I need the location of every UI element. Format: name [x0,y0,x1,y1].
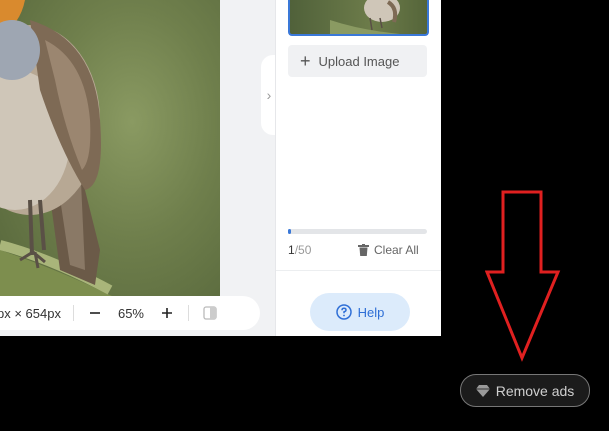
image-counter-total: /50 [294,243,312,257]
remove-ads-button[interactable]: Remove ads [460,374,590,407]
diamond-icon [475,384,490,397]
zoom-level: 65% [117,305,144,321]
zoom-out-button[interactable] [86,304,104,322]
image-counter-current: 1 [288,243,295,257]
photo-canvas[interactable] [0,0,220,305]
help-label: Help [357,304,385,320]
right-sidebar: + Upload Image 1/50 Clear All Help [275,0,441,336]
image-dimensions: px × 654px [0,305,61,321]
plus-icon [162,308,172,318]
zoom-in-button[interactable] [158,304,176,322]
upload-image-button[interactable]: + Upload Image [288,45,427,77]
plus-icon: + [300,50,311,71]
clear-all-label: Clear All [374,243,419,257]
chevron-right-icon: › [266,87,272,103]
compare-icon [203,306,217,320]
toolbar-divider [72,305,74,321]
help-button[interactable]: Help [310,293,410,331]
toolbar-divider [188,305,189,321]
thumbnail-photo [330,0,400,34]
image-counter: 1/50 [288,243,311,257]
trash-icon [358,244,369,256]
minus-icon [89,312,100,314]
image-thumbnail[interactable] [288,0,429,36]
upload-image-label: Upload Image [318,53,400,69]
remove-ads-label: Remove ads [495,382,575,399]
red-arrow-annotation [485,190,561,362]
clear-all-button[interactable]: Clear All [358,243,419,257]
help-icon [335,304,352,320]
robin-photo [0,0,120,305]
image-quota-progress-fill [288,229,291,234]
image-quota-progress [288,229,427,234]
compare-button[interactable] [201,304,219,322]
sidebar-divider [276,270,441,271]
canvas-toolbar: px × 654px 65% [0,296,260,330]
